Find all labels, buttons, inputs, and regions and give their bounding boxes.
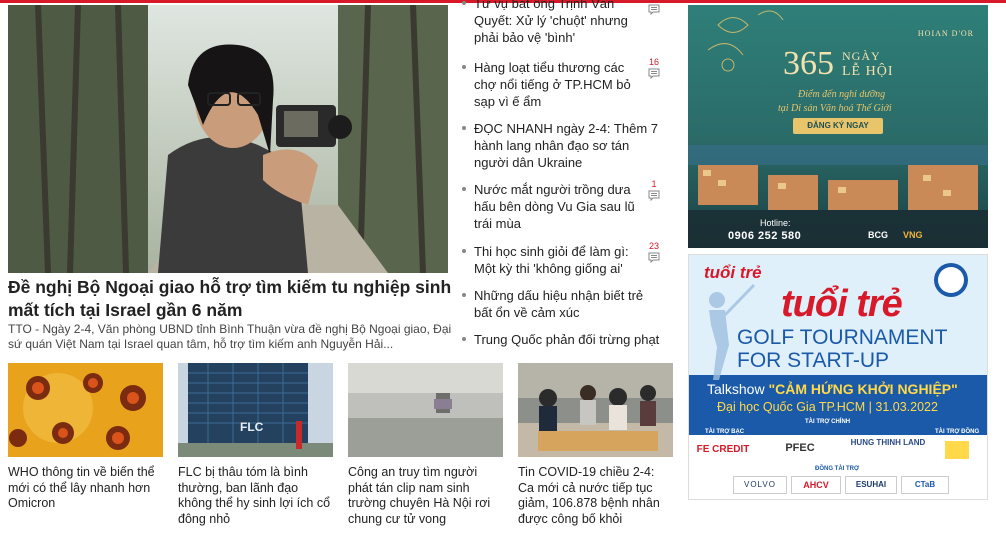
- sponsor-fecredit: FE CREDIT: [693, 439, 753, 461]
- sponsor-bronze-logo: [945, 441, 969, 459]
- list-item[interactable]: Hàng loạt tiểu thương các chợ nổi tiếng …: [462, 57, 667, 114]
- comment-count[interactable]: 3: [645, 0, 663, 15]
- news-card[interactable]: Công an truy tìm người phát tán clip nam…: [348, 363, 503, 527]
- news-card[interactable]: WHO thông tin về biến thể mới có thể lây…: [8, 363, 163, 512]
- ad-talkshow: Talkshow "CẢM HỨNG KHỞI NGHIỆP": [707, 381, 958, 397]
- ad-tagline-1: Điểm đến nghỉ dưỡng: [798, 89, 886, 100]
- card-thumbnail[interactable]: [518, 363, 673, 457]
- card-title[interactable]: Tin COVID-19 chiều 2-4: Ca mới cả nước t…: [518, 465, 673, 527]
- ad-line-2: FOR START-UP: [737, 349, 890, 372]
- bullet-icon: [462, 249, 466, 253]
- ad-line-1: GOLF TOURNAMENT: [737, 326, 948, 349]
- card-thumbnail[interactable]: FLC: [178, 363, 333, 457]
- hero-summary: TTO - Ngày 2-4, Văn phòng UBND tỉnh Bình…: [8, 322, 452, 351]
- ad-logo-vng: VNG: [903, 230, 923, 240]
- sponsor-bronze-label: TÀI TRỢ ĐỒNG: [935, 429, 980, 435]
- card-title[interactable]: WHO thông tin về biến thể mới có thể lây…: [8, 465, 163, 512]
- list-item[interactable]: Trung Quốc phản đối trừng phạt: [462, 331, 667, 350]
- ad-hotline[interactable]: 0906 252 580: [728, 230, 801, 242]
- comment-icon: [648, 252, 660, 263]
- ad-hotline-label: Hotline:: [760, 218, 791, 228]
- list-item[interactable]: Từ vụ bắt ông Trịnh Văn Quyết: Xử lý 'ch…: [462, 0, 667, 50]
- co-sponsor-label: ĐỒNG TÀI TRỢ: [815, 466, 860, 472]
- co-sponsor-esuhai: ESUHAI: [845, 476, 897, 494]
- ad-banner-golf[interactable]: tuổi trẻ tuổi trẻ GOLF TOURNAMENT FOR ST…: [688, 254, 988, 500]
- card-thumbnail[interactable]: [348, 363, 503, 457]
- sponsor-pfec: PFEC: [761, 435, 839, 461]
- tuoitre-big-logo: tuổi trẻ: [781, 283, 903, 325]
- card-title[interactable]: FLC bị thâu tóm là bình thường, ban lãnh…: [178, 465, 333, 527]
- list-item-title[interactable]: Nước mắt người trồng dưa hấu bên dòng Vu…: [474, 181, 644, 232]
- co-sponsor-volvo: VOLVO: [733, 476, 787, 494]
- register-button[interactable]: ĐĂNG KÝ NGAY: [793, 118, 883, 134]
- ad-venue: Đại học Quốc Gia TP.HCM | 31.03.2022: [717, 400, 938, 414]
- co-sponsor-ctab: CTaB: [901, 476, 949, 494]
- list-item-title[interactable]: Những dấu hiệu nhận biết trẻ bất ổn về c…: [474, 287, 644, 321]
- comment-icon: [648, 190, 660, 201]
- list-item[interactable]: Những dấu hiệu nhận biết trẻ bất ổn về c…: [462, 287, 667, 327]
- hero-headline[interactable]: Đề nghị Bộ Ngoại giao hỗ trợ tìm kiếm tu…: [8, 276, 453, 322]
- svg-text:FLC: FLC: [240, 420, 264, 434]
- comment-icon: [648, 4, 660, 15]
- list-item[interactable]: Thi học sinh giỏi để làm gì: Một kỳ thi …: [462, 241, 667, 283]
- ad-logo-bcg: BCG: [868, 230, 888, 240]
- co-sponsor-ahcv: AHCV: [791, 476, 841, 494]
- news-card[interactable]: Tin COVID-19 chiều 2-4: Ca mới cả nước t…: [518, 363, 673, 527]
- ad-banner-hoian[interactable]: HOIAN D'OR 365 NGÀY LỄ HỘI Điểm đến nghỉ…: [688, 5, 988, 248]
- tuoitre-small-logo: tuổi trẻ: [704, 263, 762, 282]
- list-item[interactable]: ĐỌC NHANH ngày 2-4: Thêm 7 hành lang nhâ…: [462, 120, 667, 175]
- sponsor-main-label: TÀI TRỢ CHÍNH: [805, 419, 851, 425]
- bullet-icon: [462, 293, 466, 297]
- list-item-title[interactable]: Hàng loạt tiểu thương các chợ nổi tiếng …: [474, 59, 644, 110]
- side-news-list: Từ vụ bắt ông Trịnh Văn Quyết: Xử lý 'ch…: [462, 0, 667, 350]
- ad-tagline-2: tại Di sản Văn hoá Thế Giới: [778, 103, 892, 114]
- comment-count[interactable]: 16: [645, 57, 663, 79]
- ad-headline: 365 NGÀY LỄ HỘI: [783, 45, 894, 82]
- bullet-icon: [462, 126, 466, 130]
- card-thumbnail[interactable]: [8, 363, 163, 457]
- list-item-title[interactable]: Thi học sinh giỏi để làm gì: Một kỳ thi …: [474, 243, 644, 277]
- sponsor-silver-label: TÀI TRỢ BẠC: [705, 429, 745, 435]
- bullet-icon: [462, 65, 466, 69]
- bullet-icon: [462, 187, 466, 191]
- card-title[interactable]: Công an truy tìm người phát tán clip nam…: [348, 465, 503, 527]
- bullet-icon: [462, 1, 466, 5]
- ad-brand-logo: HOIAN D'OR: [917, 29, 974, 38]
- comment-icon: [648, 68, 660, 79]
- bullet-icon: [462, 337, 466, 341]
- list-item[interactable]: Nước mắt người trồng dưa hấu bên dòng Vu…: [462, 179, 667, 236]
- list-item-title[interactable]: ĐỌC NHANH ngày 2-4: Thêm 7 hành lang nhâ…: [474, 120, 659, 171]
- comment-count[interactable]: 1: [645, 179, 663, 201]
- list-item-title[interactable]: Từ vụ bắt ông Trịnh Văn Quyết: Xử lý 'ch…: [474, 0, 644, 46]
- news-card[interactable]: FLC FLC bị thâu tóm là bình thường, ban …: [178, 363, 333, 527]
- list-item-title[interactable]: Trung Quốc phản đối trừng phạt: [474, 331, 667, 348]
- hero-image[interactable]: [8, 5, 448, 273]
- sponsor-hungthinh: HUNG THINH LAND: [847, 435, 929, 462]
- comment-count[interactable]: 23: [645, 241, 663, 263]
